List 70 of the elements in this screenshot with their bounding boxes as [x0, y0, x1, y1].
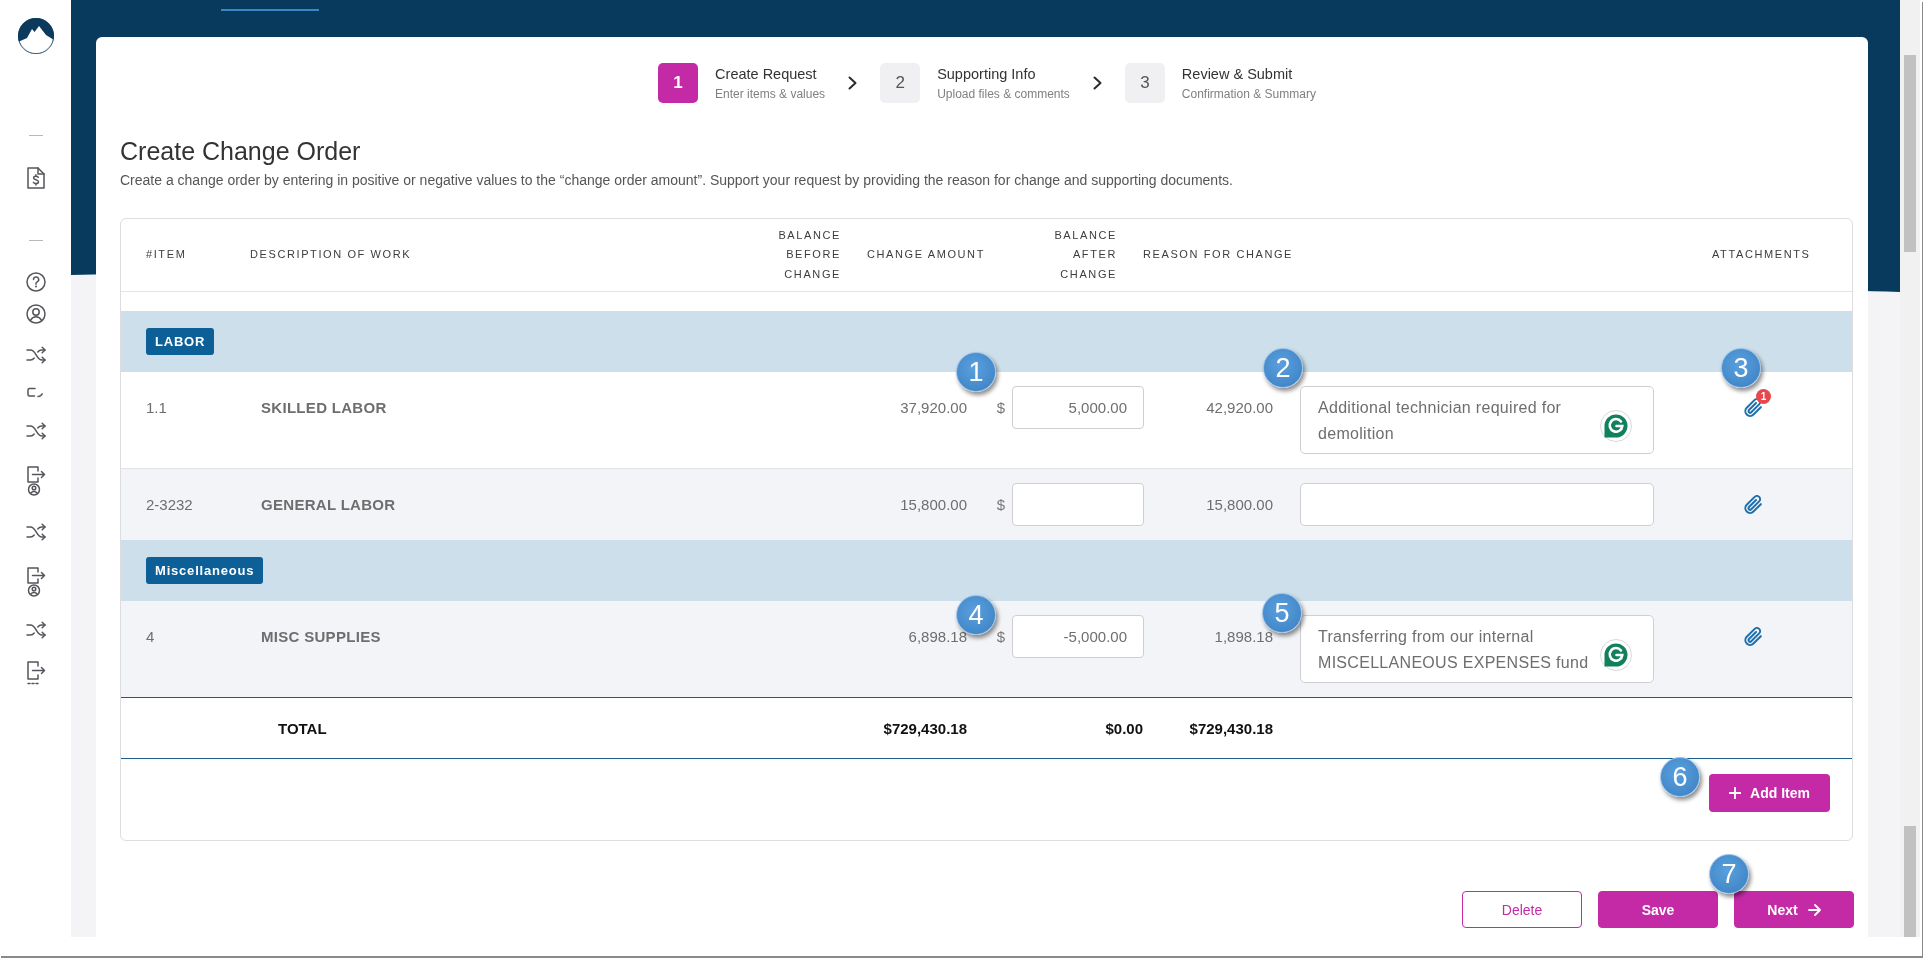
document-export-user-icon[interactable] — [25, 466, 46, 496]
chevron-right-icon — [1092, 76, 1102, 90]
page-description: Create a change order by entering in positive or negative values to the “change order amount”. Support your request by providing the reason for change and supporting documents. — [120, 171, 1233, 190]
step-number: 2 — [880, 63, 921, 103]
scrollbar-thumb[interactable] — [1904, 55, 1916, 252]
balance-before: 37,920.00 — [900, 399, 967, 416]
work-description: MISC SUPPLIES — [261, 628, 381, 645]
balance-after: 42,920.00 — [1206, 399, 1273, 416]
total-label: TOTAL — [278, 719, 327, 737]
currency-symbol: $ — [996, 496, 1005, 513]
amount-input[interactable] — [1012, 483, 1144, 526]
delete-button[interactable]: Delete — [1462, 891, 1582, 928]
add-item-button[interactable]: Add Item — [1709, 774, 1830, 812]
step-number: 3 — [1124, 63, 1165, 103]
total-value: $0.00 — [1105, 719, 1143, 737]
step-subtitle: Enter items & values — [715, 85, 826, 102]
column-header: BALANCE AFTER CHANGE — [1054, 227, 1117, 282]
mountain-logo[interactable] — [17, 18, 54, 54]
chevron-right-icon — [848, 76, 858, 90]
work-description: SKILLED LABOR — [261, 399, 387, 416]
group-label: Miscellaneous — [146, 557, 264, 584]
paperclip-icon[interactable] — [1744, 398, 1762, 417]
step-number: 1 — [658, 63, 699, 103]
step-subtitle: Confirmation & Summary — [1181, 85, 1316, 102]
reason-field[interactable]: Additional technician required for demolition — [1300, 386, 1654, 454]
g-logo-icon[interactable] — [1600, 410, 1632, 442]
shuffle-icon[interactable] — [25, 621, 46, 639]
currency-symbol: $ — [996, 628, 1005, 645]
shuffle-icon[interactable] — [25, 523, 46, 541]
total-value: $729,430.18 — [1189, 719, 1273, 737]
balance-before: 15,800.00 — [900, 496, 967, 513]
group-label: LABOR — [146, 328, 215, 355]
item-number: 4 — [146, 628, 155, 645]
step-title: Supporting Info — [937, 64, 1036, 83]
paperclip-icon[interactable] — [1744, 495, 1762, 514]
column-header: REASON FOR CHANGE — [1143, 247, 1294, 263]
user-icon[interactable] — [25, 304, 46, 324]
g-logo-icon[interactable] — [1600, 639, 1632, 671]
step-title: Review & Submit — [1181, 64, 1293, 83]
total-value: $729,430.18 — [883, 719, 967, 737]
column-header: ATTACHMENTS — [1712, 247, 1811, 263]
paperclip-icon[interactable] — [1744, 627, 1762, 646]
shuffle-icon[interactable] — [25, 346, 46, 364]
document-export-icon[interactable] — [25, 661, 46, 685]
save-button[interactable]: Save — [1598, 891, 1718, 928]
column-header: CHANGE AMOUNT — [867, 247, 985, 263]
step-subtitle: Upload files & comments — [937, 85, 1070, 102]
column-header: BALANCE BEFORE CHANGE — [778, 227, 841, 282]
bracket-icon[interactable] — [25, 387, 46, 398]
work-description: GENERAL LABOR — [261, 496, 396, 513]
page-title: Create Change Order — [120, 137, 361, 165]
item-number: 1.1 — [146, 399, 167, 416]
attachment-count-badge: 1 — [1756, 389, 1771, 404]
help-icon[interactable] — [25, 272, 46, 292]
dollar-document-icon[interactable] — [26, 167, 45, 189]
reason-field[interactable] — [1300, 483, 1654, 526]
reason-field[interactable]: Transferring from our internal MISCELLANEOUS EXPENSES fund — [1300, 615, 1654, 683]
amount-input[interactable]: 5,000.00 — [1012, 386, 1144, 429]
column-header: DESCRIPTION OF WORK — [250, 247, 412, 263]
plus-icon — [1729, 787, 1742, 799]
next-button[interactable]: Next — [1734, 891, 1854, 928]
step-title: Create Request — [715, 64, 817, 83]
amount-input[interactable]: -5,000.00 — [1012, 615, 1144, 658]
item-number: 2-3232 — [146, 496, 193, 513]
scrollbar-thumb[interactable] — [1904, 826, 1916, 937]
shuffle-icon[interactable] — [25, 422, 46, 440]
document-export-user-icon[interactable] — [25, 567, 46, 597]
currency-symbol: $ — [996, 399, 1005, 416]
column-header: #ITEM — [146, 247, 187, 263]
balance-after: 15,800.00 — [1206, 496, 1273, 513]
